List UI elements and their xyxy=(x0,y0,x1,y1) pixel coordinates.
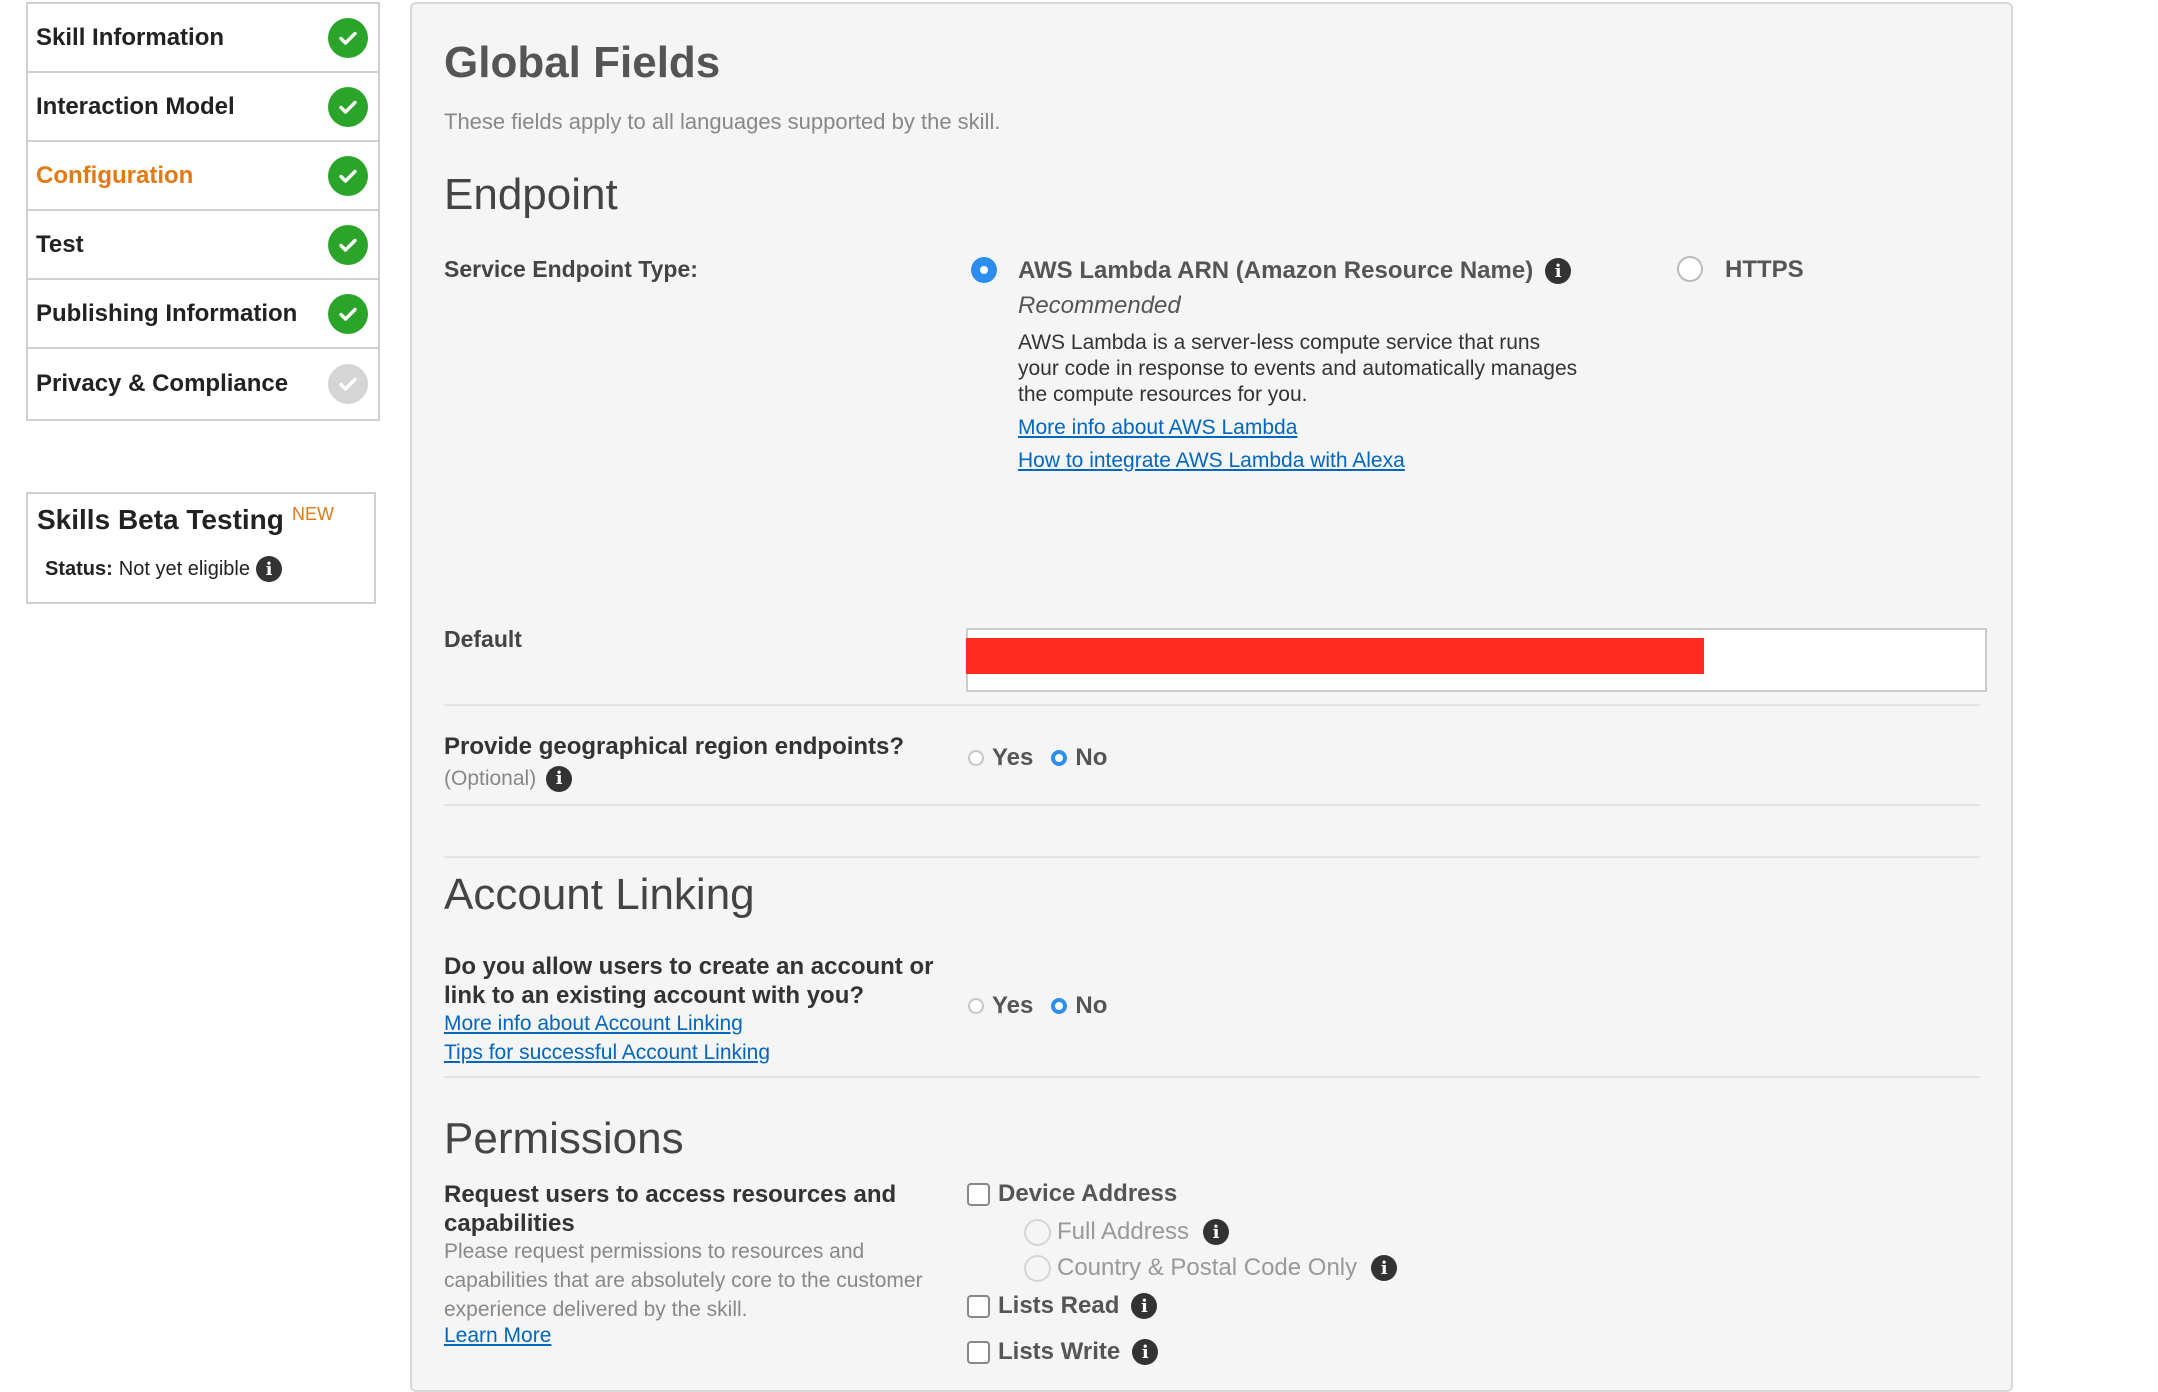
geo-endpoints-radio-group: Yes No xyxy=(968,744,1107,772)
geo-no-radio[interactable] xyxy=(1051,750,1068,766)
divider xyxy=(444,856,1980,858)
lambda-label: AWS Lambda ARN (Amazon Resource Name) xyxy=(1018,257,1534,284)
country-postal-option: Country & Postal Code Only i xyxy=(1024,1254,1398,1282)
endpoint-heading: Endpoint xyxy=(444,170,618,219)
no-label: No xyxy=(1075,992,1108,1019)
lambda-radio[interactable] xyxy=(971,257,997,283)
device-address-checkbox[interactable] xyxy=(967,1182,990,1206)
account-linking-info-link[interactable]: More info about Account Linking xyxy=(444,1012,743,1036)
lists-write-option: Lists Write i xyxy=(967,1338,1159,1366)
account-linking-heading: Account Linking xyxy=(444,870,755,919)
check-circle-icon xyxy=(328,155,368,196)
nav-item-label: Privacy & Compliance xyxy=(36,370,289,397)
beta-status: Status: Not yet eligible i xyxy=(45,556,282,582)
info-icon[interactable]: i xyxy=(255,556,282,582)
yes-label: Yes xyxy=(992,992,1034,1019)
info-icon[interactable]: i xyxy=(1203,1219,1230,1245)
skill-nav: Skill Information Interaction Model Conf… xyxy=(26,2,380,421)
check-circle-pending-icon xyxy=(328,364,368,404)
country-postal-label: Country & Postal Code Only xyxy=(1057,1254,1358,1281)
check-circle-icon xyxy=(328,293,368,334)
https-radio[interactable] xyxy=(1677,256,1703,282)
divider xyxy=(444,1076,1980,1078)
nav-item-interaction-model[interactable]: Interaction Model xyxy=(28,73,378,142)
nav-item-publishing-information[interactable]: Publishing Information xyxy=(28,280,378,349)
nav-item-test[interactable]: Test xyxy=(28,211,378,280)
lists-read-option: Lists Read i xyxy=(967,1292,1158,1320)
new-badge: NEW xyxy=(292,504,334,524)
nav-item-skill-information[interactable]: Skill Information xyxy=(28,4,378,73)
beta-testing-box: Skills Beta Testing NEW Status: Not yet … xyxy=(26,492,376,604)
lambda-description: AWS Lambda is a server-less compute serv… xyxy=(1018,331,1578,406)
geo-endpoints-label: Provide geographical region endpoints? xyxy=(444,733,905,760)
account-linking-tips-link[interactable]: Tips for successful Account Linking xyxy=(444,1041,770,1065)
lambda-option: AWS Lambda ARN (Amazon Resource Name) i xyxy=(1018,257,1572,285)
nav-item-label: Skill Information xyxy=(36,23,225,51)
info-icon[interactable]: i xyxy=(1371,1255,1398,1281)
info-icon[interactable]: i xyxy=(546,765,573,792)
full-address-label: Full Address xyxy=(1057,1218,1190,1245)
nav-item-label: Interaction Model xyxy=(36,92,235,120)
permissions-description: Please request permissions to resources … xyxy=(444,1240,923,1321)
permissions-label: Request users to access resources and ca… xyxy=(444,1181,897,1237)
geo-yes-radio[interactable] xyxy=(968,750,984,766)
divider xyxy=(444,704,1980,706)
info-icon[interactable]: i xyxy=(1131,1293,1158,1319)
check-circle-icon xyxy=(328,86,368,127)
https-label: HTTPS xyxy=(1725,256,1804,283)
nav-item-privacy-compliance[interactable]: Privacy & Compliance xyxy=(28,349,378,419)
status-label: Status: xyxy=(45,557,113,580)
device-address-option: Device Address xyxy=(967,1180,1177,1208)
optional-text: (Optional) xyxy=(444,767,537,790)
account-linking-no-radio[interactable] xyxy=(1051,998,1068,1014)
learn-more-link[interactable]: Learn More xyxy=(444,1324,551,1348)
global-fields-panel: Global Fields These fields apply to all … xyxy=(410,2,2013,1392)
check-circle-icon xyxy=(328,17,368,58)
lists-read-checkbox[interactable] xyxy=(967,1294,990,1318)
full-address-radio[interactable] xyxy=(1024,1218,1051,1246)
more-info-lambda-link[interactable]: More info about AWS Lambda xyxy=(1018,416,1297,440)
account-linking-question: Do you allow users to create an account … xyxy=(444,953,934,1009)
check-circle-icon xyxy=(328,224,368,265)
page-title: Global Fields xyxy=(444,38,721,87)
device-address-label: Device Address xyxy=(998,1180,1178,1207)
yes-label: Yes xyxy=(992,744,1034,771)
country-postal-radio[interactable] xyxy=(1024,1254,1051,1282)
divider xyxy=(444,804,1980,806)
lists-write-label: Lists Write xyxy=(998,1338,1121,1365)
full-address-option: Full Address i xyxy=(1024,1218,1230,1246)
redacted-value xyxy=(966,638,1704,674)
status-value: Not yet eligible xyxy=(118,557,250,580)
info-icon[interactable]: i xyxy=(1132,1339,1159,1365)
account-linking-yes-radio[interactable] xyxy=(968,998,984,1014)
lists-write-checkbox[interactable] xyxy=(967,1340,990,1364)
lists-read-label: Lists Read xyxy=(998,1292,1120,1319)
permissions-heading: Permissions xyxy=(444,1114,684,1163)
account-linking-radio-group: Yes No xyxy=(968,992,1107,1020)
default-label: Default xyxy=(444,626,522,652)
page-subtitle: These fields apply to all languages supp… xyxy=(444,109,1001,134)
endpoint-type-label: Service Endpoint Type: xyxy=(444,256,698,282)
nav-item-label: Test xyxy=(36,230,84,258)
nav-item-label: Publishing Information xyxy=(36,299,298,327)
no-label: No xyxy=(1075,744,1108,771)
geo-optional: (Optional) i xyxy=(444,764,573,793)
info-icon[interactable]: i xyxy=(1545,258,1572,284)
beta-title: Skills Beta Testing xyxy=(37,504,284,535)
nav-item-label: Configuration xyxy=(36,161,194,189)
nav-item-configuration[interactable]: Configuration xyxy=(28,142,378,211)
recommended-text: Recommended xyxy=(1018,292,1181,319)
integrate-lambda-link[interactable]: How to integrate AWS Lambda with Alexa xyxy=(1018,449,1405,473)
